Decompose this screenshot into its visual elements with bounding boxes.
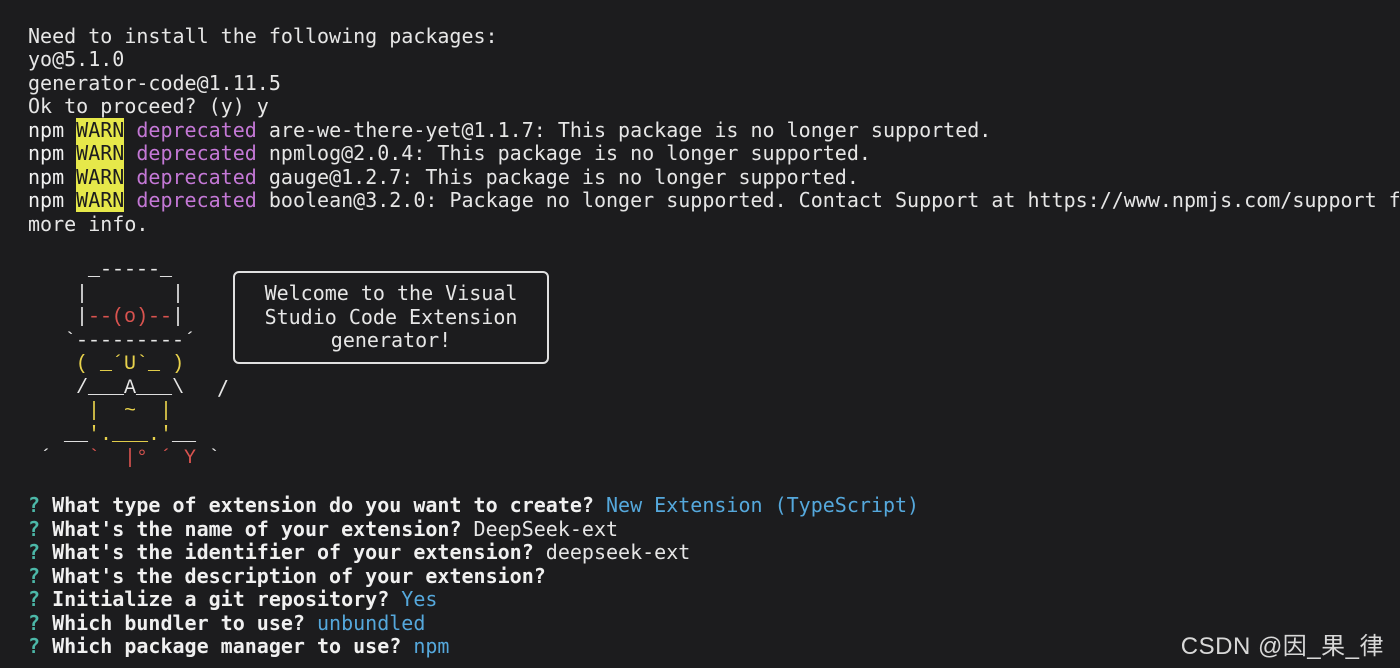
warn-badge: WARN bbox=[76, 141, 125, 165]
prompt-marker: ? bbox=[28, 493, 41, 517]
npm-warning-line: npm WARN deprecated npmlog@2.0.4: This p… bbox=[28, 141, 871, 165]
prompt-line: ? What's the name of your extension? Dee… bbox=[28, 518, 618, 541]
yeoman-ascii-art: _-----_ | | |--(o)--| `---------´ ( _´U`… bbox=[40, 259, 221, 470]
prompt-answer: DeepSeek-ext bbox=[473, 517, 619, 541]
prompt-question: What's the identifier of your extension? bbox=[52, 540, 534, 564]
wrapped-line: more info. bbox=[28, 212, 149, 236]
prompt-question: What type of extension do you want to cr… bbox=[52, 493, 594, 517]
prompt-line: ? Initialize a git repository? Yes bbox=[28, 588, 437, 611]
deprecated-label: deprecated bbox=[136, 165, 257, 189]
prompt-answer: deepseek-ext bbox=[545, 540, 691, 564]
welcome-line: generator! bbox=[330, 328, 452, 353]
prompt-question: Which package manager to use? bbox=[52, 634, 402, 658]
prompt-question: What's the name of your extension? bbox=[52, 517, 462, 541]
npm-prefix: npm bbox=[28, 165, 65, 189]
warn-badge: WARN bbox=[76, 165, 125, 189]
prompt-answer: New Extension (TypeScript) bbox=[606, 493, 920, 517]
prompt-answer: Yes bbox=[401, 587, 438, 611]
welcome-line: Welcome to the Visual bbox=[264, 281, 518, 306]
package-line: generator-code@1.11.5 bbox=[28, 71, 281, 95]
prompt-marker: ? bbox=[28, 611, 41, 635]
prompt-line: ? Which bundler to use? unbundled bbox=[28, 612, 425, 635]
deprecated-label: deprecated bbox=[136, 141, 257, 165]
welcome-bubble: Welcome to the Visual Studio Code Extens… bbox=[233, 271, 549, 364]
deprecated-label: deprecated bbox=[136, 188, 257, 212]
npm-prefix: npm bbox=[28, 188, 65, 212]
prompt-marker: ? bbox=[28, 517, 41, 541]
proceed-prompt: Ok to proceed? (y) y bbox=[28, 94, 269, 118]
prompt-marker: ? bbox=[28, 540, 41, 564]
terminal-window[interactable]: Need to install the following packages: … bbox=[0, 0, 1400, 668]
prompt-question: What's the description of your extension… bbox=[52, 564, 546, 588]
warning-message: boolean@3.2.0: Package no longer support… bbox=[268, 188, 1400, 212]
package-line: yo@5.1.0 bbox=[28, 47, 125, 71]
welcome-line: Studio Code Extension bbox=[264, 304, 518, 329]
install-header: Need to install the following packages: bbox=[28, 24, 498, 48]
csdn-watermark: CSDN @因_果_律 bbox=[1180, 633, 1384, 660]
warning-message: npmlog@2.0.4: This package is no longer … bbox=[268, 141, 871, 165]
deprecated-label: deprecated bbox=[136, 118, 257, 142]
prompt-question: Initialize a git repository? bbox=[52, 587, 390, 611]
ascii-slash: / bbox=[217, 376, 230, 400]
prompt-marker: ? bbox=[28, 564, 41, 588]
npm-prefix: npm bbox=[28, 141, 65, 165]
prompt-line: ? What type of extension do you want to … bbox=[28, 494, 919, 517]
prompt-line: ? What's the description of your extensi… bbox=[28, 565, 558, 588]
warning-message: are-we-there-yet@1.1.7: This package is … bbox=[268, 118, 992, 142]
npm-warning-line: npm WARN deprecated gauge@1.2.7: This pa… bbox=[28, 165, 859, 189]
prompt-answer: unbundled bbox=[317, 611, 426, 635]
warning-message: gauge@1.2.7: This package is no longer s… bbox=[268, 165, 859, 189]
npm-prefix: npm bbox=[28, 118, 65, 142]
warn-badge: WARN bbox=[76, 118, 125, 142]
prompt-line: ? Which package manager to use? npm bbox=[28, 635, 449, 658]
npm-warning-line: npm WARN deprecated are-we-there-yet@1.1… bbox=[28, 118, 992, 142]
prompt-marker: ? bbox=[28, 587, 41, 611]
prompt-answer: npm bbox=[413, 634, 450, 658]
prompt-line: ? What's the identifier of your extensio… bbox=[28, 541, 690, 564]
prompt-question: Which bundler to use? bbox=[52, 611, 305, 635]
warn-badge: WARN bbox=[76, 188, 125, 212]
prompt-marker: ? bbox=[28, 634, 41, 658]
npm-warning-line: npm WARN deprecated boolean@3.2.0: Packa… bbox=[28, 188, 1400, 212]
